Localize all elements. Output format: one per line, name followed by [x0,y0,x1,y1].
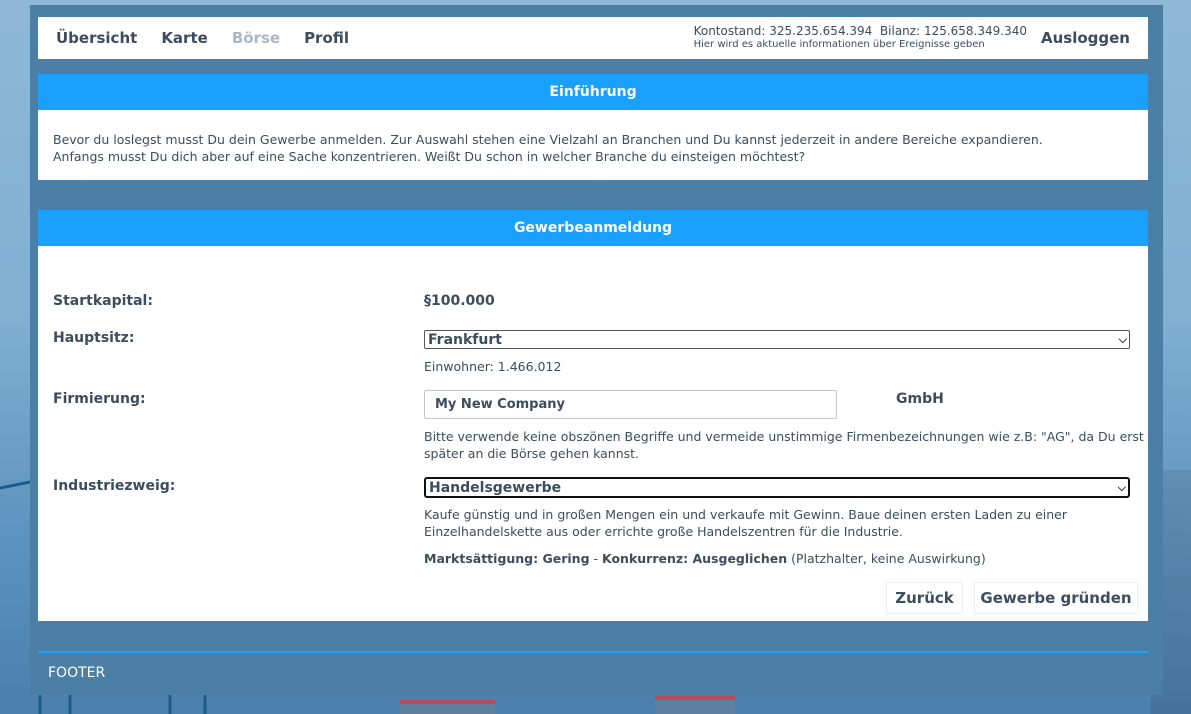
market-saturation: Marktsättigung: Gering [424,551,590,566]
industry-desc-line-2: Einzelhandelskette aus oder errichte gro… [424,524,903,539]
found-company-button[interactable]: Gewerbe gründen [974,582,1138,614]
registration-panel: Gewerbeanmeldung Startkapital: §100.000 … [38,210,1148,621]
chevron-down-icon: ⌵ [1117,480,1126,494]
nav-karte[interactable]: Karte [161,29,208,47]
hq-population: Einwohner: 1.466.012 [424,359,562,374]
industry-select-value: Handelsgewerbe [429,479,562,496]
intro-panel: Einführung Bevor du loslegst musst Du de… [38,74,1148,180]
industry-description: Kaufe günstig und in großen Mengen ein u… [424,506,1067,540]
logout-link[interactable]: Ausloggen [1041,29,1130,47]
industry-select[interactable]: Handelsgewerbe ⌵ [424,477,1130,498]
industry-label: Industriezweig: [53,478,176,494]
news-info-text: Hier wird es aktuelle informationen über… [693,39,985,50]
company-suffix: GmbH [896,391,944,407]
chevron-down-icon: ⌵ [1118,332,1127,346]
nav-uebersicht[interactable]: Übersicht [56,29,137,47]
company-hint-line-1: Bitte verwende keine obszönen Begriffe u… [424,429,1144,444]
competition: Konkurrenz: Ausgeglichen [601,551,788,566]
back-button[interactable]: Zurück [886,582,963,614]
footer-text: FOOTER [48,665,106,681]
intro-title: Einführung [38,74,1148,110]
intro-line-1: Bevor du loslegst musst Du dein Gewerbe … [53,132,1043,147]
intro-line-2: Anfangs musst Du dich aber auf eine Sach… [53,149,806,164]
account-info: Kontostand: 325.235.654.394 Bilanz: 125.… [694,24,1027,52]
footer-divider [38,651,1148,653]
company-name-input[interactable]: My New Company [424,390,837,419]
placeholder-note: (Platzhalter, keine Auswirkung) [787,551,986,566]
market-separator: - [589,551,602,566]
capital-label: Startkapital: [53,293,153,309]
balance-text: Kontostand: 325.235.654.394 Bilanz: 125.… [693,24,1027,38]
hq-label: Hauptsitz: [53,330,135,346]
nav-profil[interactable]: Profil [304,29,349,47]
intro-text: Bevor du loslegst musst Du dein Gewerbe … [38,110,1148,165]
top-navbar: Übersicht Karte Börse Profil Kontostand:… [38,17,1148,59]
company-label: Firmierung: [53,391,146,407]
hq-select[interactable]: Frankfurt ⌵ [424,330,1130,349]
capital-value: §100.000 [424,293,495,309]
market-info: Marktsättigung: Gering - Konkurrenz: Aus… [424,550,986,567]
registration-title: Gewerbeanmeldung [38,210,1148,246]
company-hint-line-2: später an die Börse gehen kannst. [424,446,640,461]
industry-desc-line-1: Kaufe günstig und in großen Mengen ein u… [424,507,1068,522]
hq-select-value: Frankfurt [428,331,502,348]
company-hint: Bitte verwende keine obszönen Begriffe u… [424,428,1144,462]
nav-boerse[interactable]: Börse [232,29,280,47]
